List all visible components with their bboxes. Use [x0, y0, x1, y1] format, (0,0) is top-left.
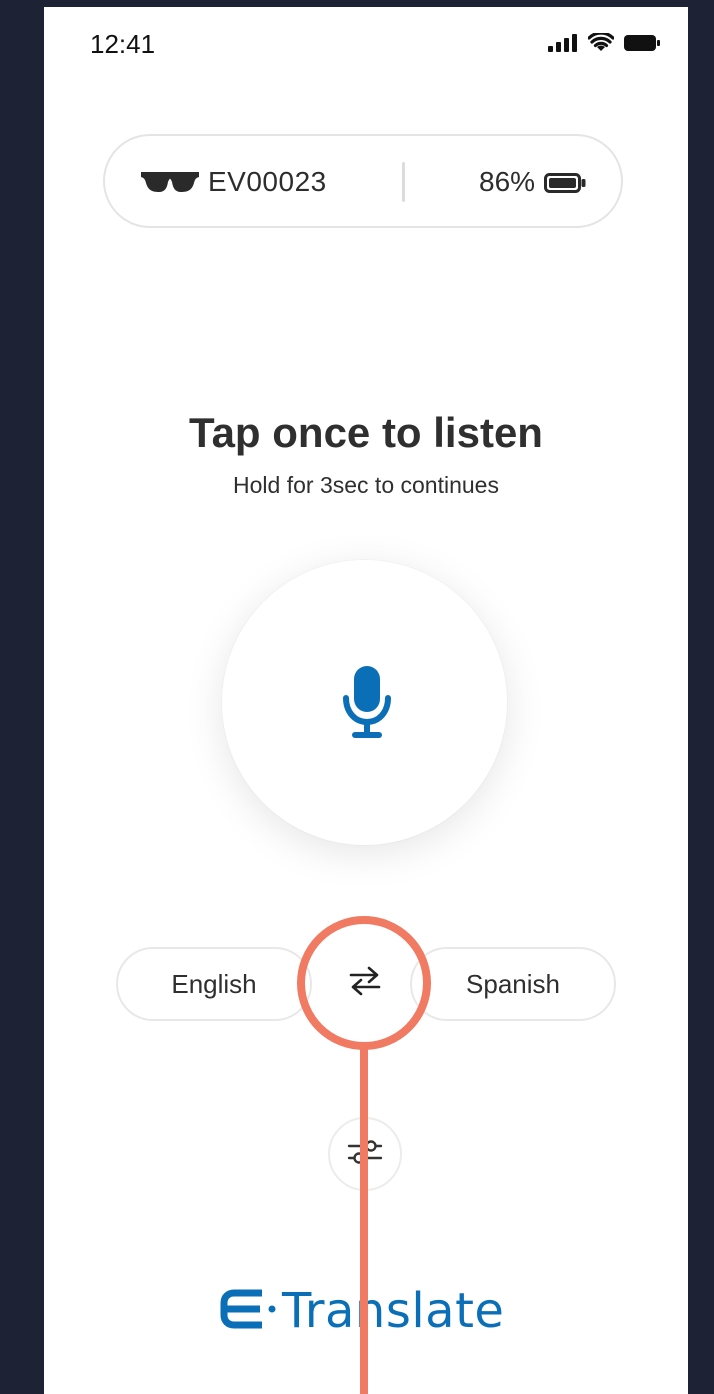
battery-icon	[544, 173, 586, 198]
brand-name: Translate	[282, 1283, 505, 1339]
signal-icon	[548, 34, 578, 57]
source-language-label: English	[171, 968, 257, 999]
battery-percent: 86%	[479, 166, 536, 197]
annotation-highlight-circle	[297, 916, 431, 1050]
target-language-label: Spanish	[466, 968, 560, 999]
annotation-pointer-line	[360, 1048, 368, 1394]
battery-status-icon	[624, 35, 660, 56]
prompt-subtitle: Hold for 3sec to continues	[233, 472, 499, 498]
wifi-icon	[587, 31, 615, 58]
target-language-button[interactable]: Spanish	[410, 947, 616, 1021]
microphone-icon	[342, 666, 392, 745]
logo-mark-icon	[220, 1289, 278, 1334]
glasses-icon	[141, 170, 199, 199]
microphone-button[interactable]	[222, 560, 507, 845]
prompt-title: Tap once to listen	[189, 409, 543, 456]
device-id: EV00023	[208, 166, 327, 197]
device-status-pill[interactable]: EV00023 86%	[103, 134, 623, 228]
status-time: 12:41	[90, 29, 156, 59]
status-icons	[548, 31, 660, 58]
pill-divider	[402, 162, 405, 202]
source-language-button[interactable]: English	[116, 947, 312, 1021]
